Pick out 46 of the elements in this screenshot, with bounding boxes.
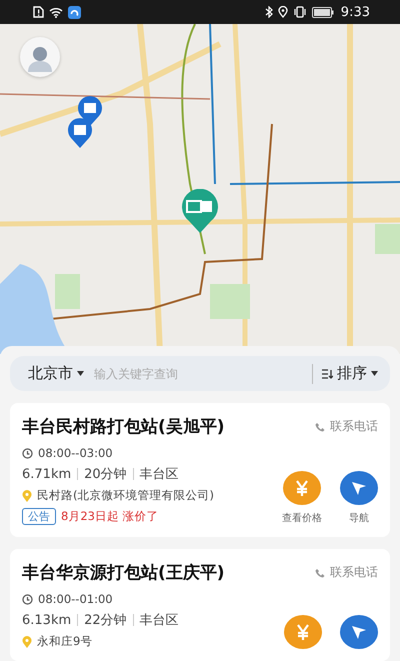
clock-icon	[22, 448, 33, 458]
contact-link[interactable]: 联系电话	[315, 418, 378, 435]
distance: 6.71km	[22, 466, 72, 482]
station-name: 丰台民村路打包站(吴旭平)	[22, 416, 225, 438]
address: 永和庄9号	[37, 634, 92, 649]
district: 丰台区	[140, 612, 179, 629]
park-area	[210, 284, 250, 319]
phone-icon	[315, 422, 325, 432]
wifi-icon	[49, 6, 63, 18]
caret-icon	[77, 371, 84, 376]
price-label: 查看价格	[282, 512, 322, 525]
vibrate-icon	[292, 6, 307, 18]
station-name: 丰台华京源打包站(王庆平)	[22, 562, 225, 584]
travel-time: 20分钟	[84, 466, 127, 483]
sort-dropdown[interactable]: 排序	[321, 364, 378, 383]
status-time: 9:33	[340, 4, 370, 20]
sim-alert-icon	[33, 6, 44, 18]
distance: 6.13km	[22, 612, 72, 628]
clock-icon	[22, 594, 33, 604]
opening-hours: 08:00--01:00	[38, 592, 113, 606]
notice-text: 8月23日起 涨价了	[61, 509, 159, 524]
district: 丰台区	[140, 466, 179, 483]
phone-icon	[315, 568, 325, 578]
battery-icon	[312, 6, 334, 18]
park-area	[55, 274, 80, 309]
location-pin-icon	[22, 636, 32, 648]
sort-icon	[321, 368, 333, 380]
location-pin-icon	[22, 490, 32, 502]
travel-time: 22分钟	[84, 612, 127, 629]
address: 民村路(北京微环境管理有限公司)	[37, 488, 214, 503]
park-area	[375, 224, 400, 254]
navigation-arrow-icon	[350, 623, 368, 641]
navigation-arrow-icon	[350, 479, 368, 497]
notice-tag: 公告	[22, 508, 56, 525]
app-notification-icon	[68, 6, 81, 18]
search-field[interactable]: 北京市 输入关键字查询 排序	[10, 356, 390, 391]
navigation-button[interactable]	[340, 471, 378, 505]
caret-icon	[371, 371, 378, 376]
contact-link[interactable]: 联系电话	[315, 564, 378, 581]
city-dropdown[interactable]: 北京市	[28, 364, 84, 383]
bluetooth-icon	[264, 6, 273, 18]
location-icon	[278, 6, 288, 18]
navigation-button[interactable]	[340, 615, 378, 649]
building-map-pin-icon[interactable]	[66, 118, 94, 148]
opening-hours: 08:00--03:00	[38, 446, 113, 460]
navigation-label: 导航	[349, 512, 369, 525]
